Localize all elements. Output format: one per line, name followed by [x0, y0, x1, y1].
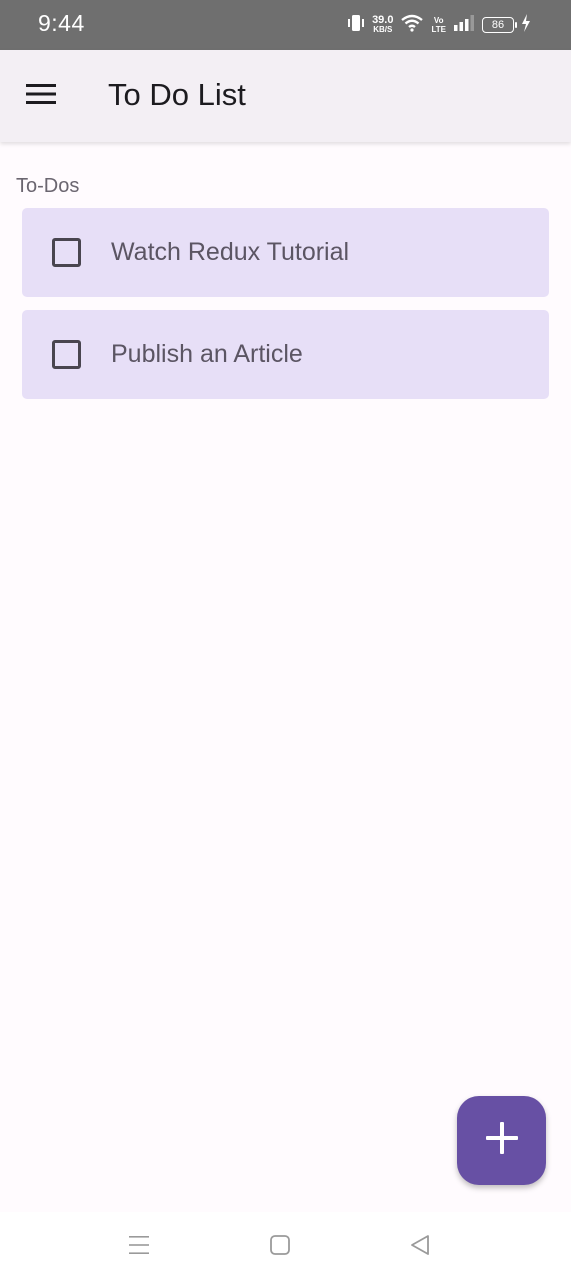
page-title: To Do List — [108, 77, 246, 112]
battery-icon: 86 — [482, 17, 517, 33]
net-speed-unit: KB/S — [373, 25, 393, 34]
net-speed: 39.0 KB/S — [372, 15, 393, 35]
todo-checkbox[interactable] — [52, 238, 81, 267]
plus-icon — [485, 1121, 519, 1160]
battery-level: 86 — [491, 19, 505, 31]
wifi-icon — [400, 14, 424, 37]
todo-text: Publish an Article — [111, 340, 303, 368]
section-label: To-Dos — [16, 175, 80, 197]
system-nav-bar — [0, 1212, 571, 1280]
menu-button[interactable] — [22, 78, 60, 114]
volte-indicator: Vo LTE — [431, 16, 446, 34]
todo-list: Watch Redux Tutorial Publish an Article — [22, 208, 549, 412]
back-button[interactable] — [405, 1232, 435, 1262]
status-time: 9:44 — [38, 10, 85, 36]
recents-icon — [128, 1234, 150, 1261]
app-bar: To Do List — [0, 50, 571, 142]
signal-icon — [453, 14, 475, 36]
menu-icon — [25, 83, 57, 110]
home-button[interactable] — [265, 1232, 295, 1262]
back-icon — [409, 1234, 431, 1261]
volte-bottom: LTE — [431, 25, 446, 34]
status-bar: 9:44 39.0 KB/S Vo LTE 86 — [0, 0, 571, 50]
todo-text: Watch Redux Tutorial — [111, 238, 350, 266]
recents-button[interactable] — [124, 1232, 154, 1262]
todo-item[interactable]: Publish an Article — [22, 310, 549, 399]
vibrate-icon — [347, 13, 365, 38]
add-todo-button[interactable] — [457, 1096, 546, 1185]
todo-checkbox[interactable] — [52, 340, 81, 369]
todo-item[interactable]: Watch Redux Tutorial — [22, 208, 549, 297]
home-icon — [269, 1234, 291, 1261]
status-icons: 39.0 KB/S Vo LTE 86 — [347, 12, 531, 38]
charging-icon — [521, 13, 531, 37]
volte-top: Vo — [433, 16, 444, 25]
net-speed-value: 39.0 — [372, 14, 394, 26]
